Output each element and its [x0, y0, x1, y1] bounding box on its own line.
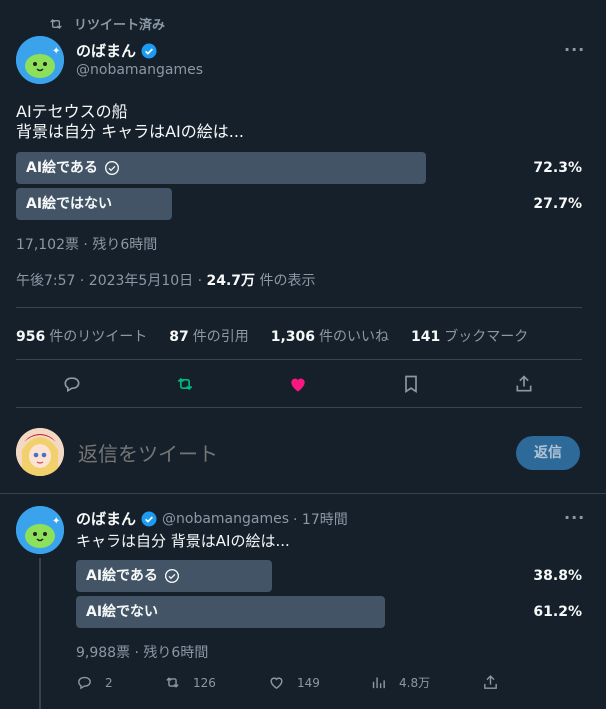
share-icon: [484, 675, 497, 689]
retweet-icon: [166, 677, 179, 688]
quotes-label: 件の引用: [192, 329, 249, 345]
reply-poll-option-1-label: AI絵である: [86, 568, 158, 584]
tweet-text-line-2: 背景は自分 キャラはAIの絵は...: [16, 122, 245, 141]
poll-option-1-label: AI絵である: [26, 160, 98, 176]
retweet-icon: [177, 377, 193, 391]
poll-option-1-percent: 72.3%: [533, 160, 582, 176]
reply-retweets-count: 126: [193, 675, 216, 690]
retweets-count: 956: [16, 329, 46, 345]
poll-option-1: AI絵である: [26, 152, 120, 184]
reply-poll-option-2: AI絵でない: [86, 596, 158, 628]
poll-option-2: AI絵ではない: [26, 188, 112, 220]
poll-option-2-percent: 27.7%: [533, 196, 582, 212]
reply-retweet-button[interactable]: 126: [164, 674, 216, 691]
thread-line: [39, 558, 41, 709]
slime-avatar-icon: ✦: [16, 36, 64, 84]
reply-text: キャラは自分 背景はAIの絵は...: [76, 532, 290, 550]
author-avatar[interactable]: ✦: [16, 36, 64, 84]
share-button[interactable]: [513, 373, 535, 395]
retweet-banner-text: リツイート済み: [74, 18, 166, 33]
anime-girl-avatar-icon: [16, 428, 64, 476]
divider: [16, 407, 582, 408]
reply-like-button[interactable]: 149: [268, 674, 320, 691]
quotes-count: 87: [169, 329, 189, 345]
reply-icon: [78, 676, 91, 690]
engagement-stats: 956 件のリツイート 87 件の引用 1,306 件のいいね 141 ブックマーク: [16, 326, 528, 346]
retweet-banner: リツイート済み: [48, 14, 165, 33]
reply-poll-option-1-percent: 38.8%: [533, 568, 582, 584]
reply-author-row: のばまん @nobamangames · 17時間: [76, 508, 348, 529]
heart-icon: [291, 378, 305, 392]
verified-badge-icon: [141, 511, 157, 526]
reply-views-count: 4.8万: [399, 676, 431, 690]
tweet-timestamp[interactable]: 午後7:57 · 2023年5月10日 ·: [16, 273, 207, 289]
reply-input[interactable]: [78, 440, 478, 468]
likes-label: 件のいいね: [319, 329, 390, 345]
analytics-icon: [372, 677, 385, 689]
reply-author-name[interactable]: のばまん: [76, 508, 136, 529]
reply-likes-count: 149: [297, 675, 320, 690]
verified-badge-icon: [141, 43, 157, 58]
author-handle[interactable]: @nobamangames: [76, 62, 203, 78]
retweet-icon: [50, 18, 62, 29]
views-count: 24.7万: [206, 273, 256, 289]
author-name-row[interactable]: のばまん: [76, 40, 158, 61]
share-icon: [516, 375, 532, 392]
bookmark-icon: [405, 375, 417, 394]
reply-author-handle[interactable]: @nobamangames: [162, 511, 289, 527]
bookmarks-stat[interactable]: 141 ブックマーク: [411, 326, 528, 346]
svg-text:✦: ✦: [52, 46, 60, 57]
tweet-text: AIテセウスの船 背景は自分 キャラはAIの絵は...: [16, 102, 244, 142]
like-button[interactable]: [287, 373, 309, 395]
check-circle-icon: [104, 161, 119, 175]
reply-poll-option-2-percent: 61.2%: [533, 604, 582, 620]
quotes-stat[interactable]: 87 件の引用: [169, 326, 248, 346]
heart-outline-icon: [270, 677, 283, 690]
divider: [16, 307, 582, 308]
reply-poll-summary: 9,988票 · 残り6時間: [76, 645, 209, 661]
divider: [0, 493, 606, 494]
divider: [16, 359, 582, 360]
retweets-label: 件のリツイート: [49, 329, 148, 345]
likes-count: 1,306: [270, 329, 316, 345]
reply-more-options-icon[interactable]: ···: [564, 508, 585, 527]
poll-option-2-label: AI絵ではない: [26, 196, 113, 212]
reply-button[interactable]: [61, 373, 83, 395]
reply-time[interactable]: · 17時間: [293, 509, 348, 529]
views-label: 件の表示: [255, 273, 316, 289]
bookmark-button[interactable]: [400, 373, 422, 395]
reply-poll-option-2-label: AI絵でない: [86, 604, 159, 620]
reply-share-button[interactable]: [482, 674, 499, 691]
likes-stat[interactable]: 1,306 件のいいね: [271, 326, 389, 346]
tweet-text-line-1: AIテセウスの船: [16, 102, 128, 121]
reply-poll-option-1: AI絵である: [86, 560, 180, 592]
poll-summary: 17,102票 · 残り6時間: [16, 237, 158, 253]
svg-text:✦: ✦: [52, 516, 60, 527]
bookmarks-count: 141: [411, 329, 441, 345]
slime-avatar-icon: ✦: [16, 506, 64, 554]
bookmarks-label: ブックマーク: [444, 329, 529, 345]
retweet-button[interactable]: [174, 373, 196, 395]
tweet-timestamp-row: 午後7:57 · 2023年5月10日 · 24.7万 件の表示: [16, 270, 316, 290]
reply-author-avatar[interactable]: ✦: [16, 506, 64, 554]
reply-icon: [64, 377, 80, 393]
user-avatar[interactable]: [16, 428, 64, 476]
retweets-stat[interactable]: 956 件のリツイート: [16, 326, 147, 346]
reply-replies-count: 2: [105, 675, 113, 690]
reply-views-button[interactable]: 4.8万: [370, 674, 430, 691]
author-name[interactable]: のばまん: [76, 40, 136, 61]
more-options-icon[interactable]: ···: [564, 40, 585, 59]
check-circle-icon: [164, 569, 179, 583]
reply-reply-button[interactable]: 2: [76, 674, 113, 691]
reply-submit-button[interactable]: 返信: [516, 436, 580, 470]
